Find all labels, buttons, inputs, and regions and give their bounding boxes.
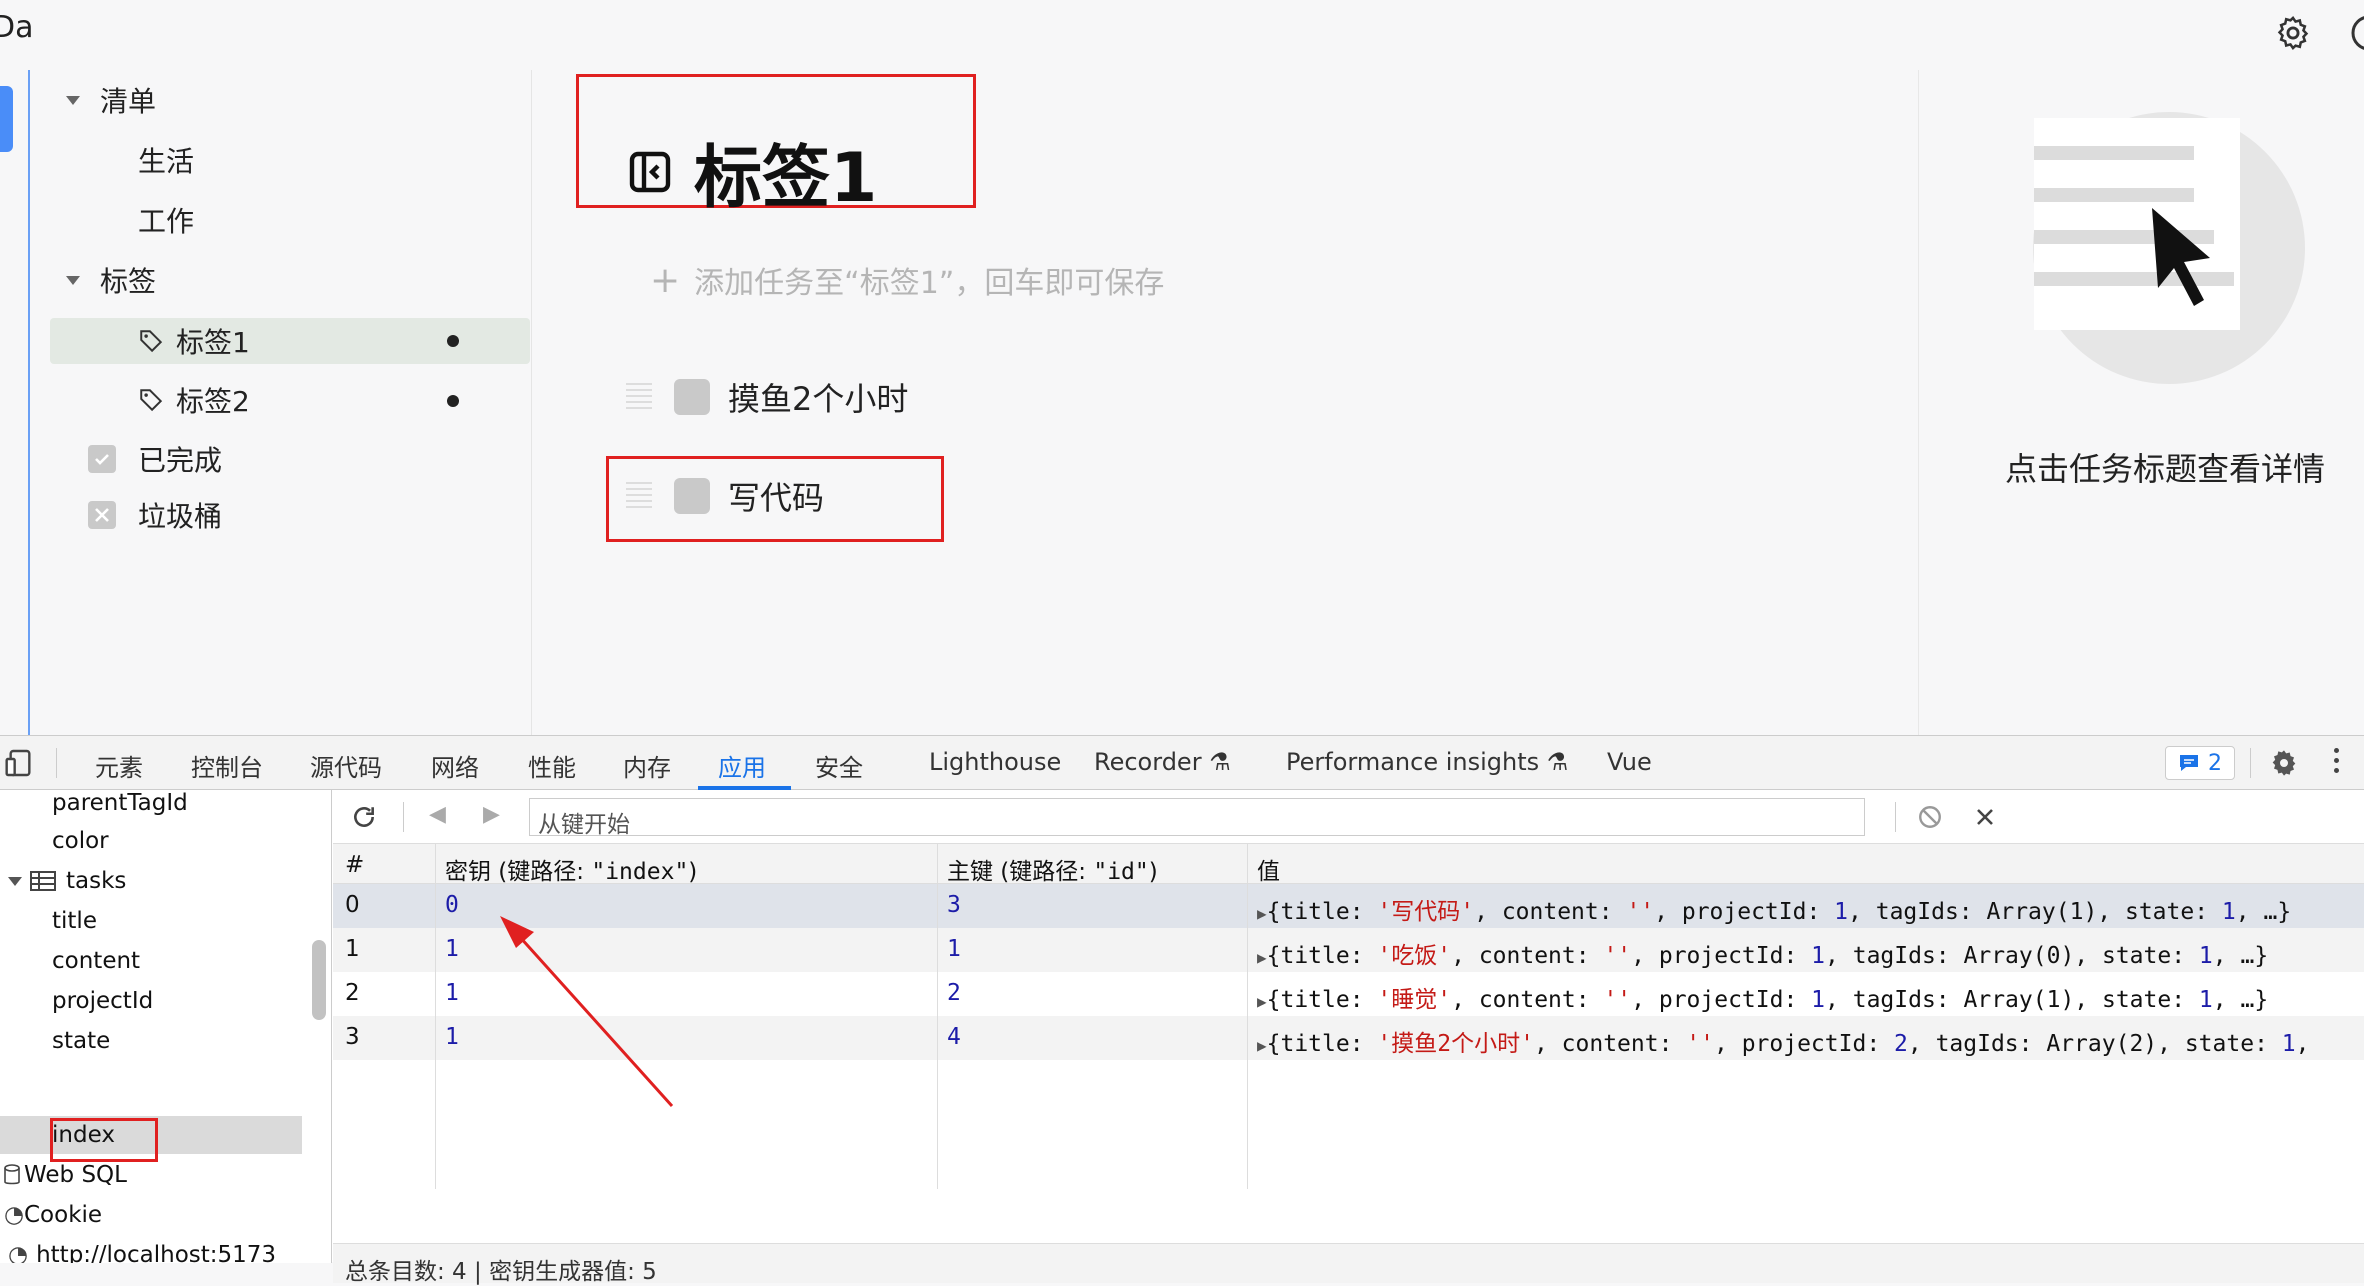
caret-down-icon	[66, 95, 80, 105]
sidebar-group-label: 清单	[100, 85, 157, 118]
sidebar-item-label: 垃圾桶	[138, 500, 223, 533]
caret-down-icon	[66, 275, 80, 285]
task-title[interactable]: 摸鱼2个小时	[728, 374, 908, 420]
tag-icon	[140, 330, 163, 353]
add-task-input[interactable]: + 添加任务至“标签1”，回车即可保存	[650, 258, 1164, 302]
sidebar-item-trash[interactable]: 垃圾桶	[88, 492, 222, 538]
task-item[interactable]: 写代码	[626, 473, 824, 519]
sidebar-item-tag1[interactable]: 标签1	[138, 318, 250, 364]
detail-hint: 点击任务标题查看详情	[2005, 450, 2326, 488]
tag-color-dot	[447, 335, 459, 347]
left-nav-strip	[0, 70, 30, 735]
app-window: Da 清单 生活 工作 标签 标签1 标签2 已完成 垃圾桶 标签1 + 添加任…	[0, 0, 2364, 735]
checkmark-icon	[88, 445, 116, 473]
page-title: 标签1	[694, 139, 878, 218]
tag-color-dot	[447, 395, 459, 407]
sidebar-item-work[interactable]: 工作	[138, 197, 194, 243]
sidebar-item-label: 生活	[138, 145, 195, 178]
task-title[interactable]: 写代码	[728, 473, 824, 519]
drag-handle-icon[interactable]	[626, 383, 652, 411]
plus-icon: +	[650, 259, 681, 301]
github-icon[interactable]	[2350, 14, 2364, 52]
sidebar-item-label: 工作	[138, 205, 195, 238]
sidebar-group-lists[interactable]: 清单	[66, 77, 156, 123]
settings-gear-icon[interactable]	[2274, 14, 2312, 52]
sidebar-group-tags[interactable]: 标签	[66, 257, 156, 303]
sidebar-toggle-icon[interactable]	[626, 148, 674, 196]
task-item[interactable]: 摸鱼2个小时	[626, 374, 908, 420]
sidebar-item-life[interactable]: 生活	[138, 137, 194, 183]
task-checkbox[interactable]	[674, 478, 710, 514]
sidebar-item-tag2[interactable]: 标签2	[138, 377, 250, 423]
devtools-panel: 元素 控制台 源代码 网络 性能 内存 应用 安全 Lighthouse Rec…	[0, 735, 2364, 1285]
sidebar-item-label: 标签1	[176, 326, 250, 359]
close-x-icon	[88, 501, 116, 529]
sidebar-group-label: 标签	[100, 265, 157, 298]
app-title: Da	[0, 10, 34, 45]
tag-icon	[140, 389, 163, 412]
drag-handle-icon[interactable]	[626, 482, 652, 510]
empty-detail-illustration-icon	[2033, 112, 2305, 384]
sidebar-item-label: 已完成	[138, 444, 223, 477]
sidebar-item-label: 标签2	[176, 385, 250, 418]
page-header: 标签1	[626, 122, 877, 221]
left-nav-active-indicator	[0, 86, 13, 152]
add-task-placeholder: 添加任务至“标签1”，回车即可保存	[694, 266, 1165, 301]
task-checkbox[interactable]	[674, 379, 710, 415]
annotation-arrow-icon	[500, 916, 674, 1108]
sidebar-item-done[interactable]: 已完成	[88, 436, 222, 482]
